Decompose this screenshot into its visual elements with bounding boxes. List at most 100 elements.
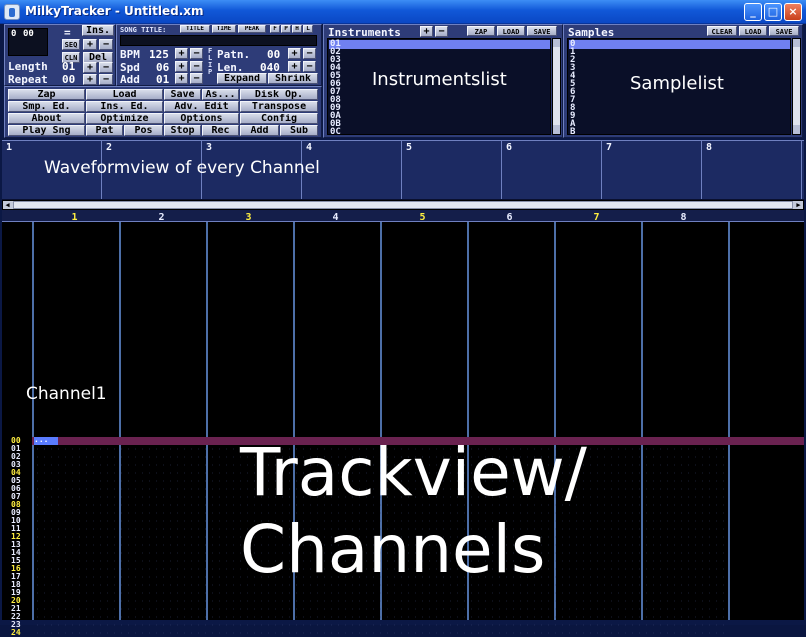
instrument-scrollbar[interactable] [552, 38, 561, 135]
edit-cursor[interactable]: ... [34, 436, 58, 445]
sample-scrollbar[interactable] [792, 38, 801, 135]
channel1-overlay-label: Channel1 [26, 384, 107, 404]
time-tab[interactable]: TIME [212, 25, 236, 33]
channel-header-number[interactable]: 8 [681, 212, 687, 223]
zap-button[interactable]: Zap [8, 89, 85, 100]
transpose-button[interactable]: Transpose [240, 101, 318, 112]
scope-channel-number: 5 [406, 142, 413, 153]
instrument-load-button[interactable]: LOAD [497, 26, 525, 36]
add-button[interactable]: Add [240, 125, 279, 136]
sample-number[interactable]: B [570, 128, 575, 137]
optimize-button[interactable]: Optimize [86, 113, 163, 124]
channel-header-number[interactable]: 6 [507, 212, 513, 223]
speed-plus-button[interactable]: + [175, 61, 188, 72]
sample-save-button[interactable]: SAVE [769, 26, 799, 36]
bpm-label: BPM [120, 48, 140, 61]
scopes-panel: 1 2 3 4 5 6 7 8 Waveformview of every Channel [2, 140, 804, 200]
options-button[interactable]: Options [164, 113, 239, 124]
pos-minus-button[interactable]: − [99, 39, 113, 50]
peak-tab[interactable]: PEAK [238, 25, 266, 33]
sample-load-button[interactable]: LOAD [739, 26, 767, 36]
flag-p-button[interactable]: P [281, 25, 291, 33]
pattern-dots [34, 632, 727, 634]
pattern-minus-button[interactable]: − [303, 48, 316, 59]
instrument-plus-button[interactable]: + [420, 26, 433, 37]
load-button[interactable]: Load [86, 89, 163, 100]
shrink-button[interactable]: Shrink [268, 73, 318, 84]
channel-header-number[interactable]: 3 [246, 212, 252, 223]
channel-header-number[interactable]: 1 [72, 212, 78, 223]
pattern-plus-button[interactable]: + [288, 48, 301, 59]
bpm-value: 125 [149, 48, 169, 61]
order-list[interactable]: 0 00 [8, 28, 48, 56]
bpm-plus-button[interactable]: + [175, 48, 188, 59]
record-button[interactable]: Rec [202, 125, 239, 136]
pattern-length-minus-button[interactable]: − [303, 61, 316, 72]
flag-h-button[interactable]: H [292, 25, 302, 33]
pattern-horizontal-scrollbar[interactable]: ◀ ▶ [2, 200, 804, 210]
title-tab[interactable]: TITLE [180, 25, 210, 33]
expand-button[interactable]: Expand [217, 73, 267, 84]
sample-clear-button[interactable]: CLEAR [707, 26, 737, 36]
channel-header-number[interactable]: 4 [333, 212, 339, 223]
length-minus-button[interactable]: − [99, 62, 113, 73]
pattern-length-plus-button[interactable]: + [288, 61, 301, 72]
maximize-button[interactable]: □ [764, 3, 782, 21]
length-plus-button[interactable]: + [83, 62, 97, 73]
play-position-button[interactable]: Pos [124, 125, 163, 136]
instrument-editor-button[interactable]: Ins. Ed. [86, 101, 163, 112]
flag-l-button[interactable]: L [303, 25, 313, 33]
disk-op-button[interactable]: Disk Op. [240, 89, 318, 100]
repeat-label: Repeat [8, 73, 48, 86]
scope-channel[interactable]: 8 [702, 141, 802, 199]
scope-channel[interactable]: 7 [602, 141, 702, 199]
window-title: MilkyTracker - Untitled.xm [25, 4, 204, 18]
advanced-edit-button[interactable]: Adv. Edit [164, 101, 239, 112]
instrument-number[interactable]: 0C [330, 128, 341, 137]
instrument-minus-button[interactable]: − [435, 26, 448, 37]
play-song-button[interactable]: Play Sng [8, 125, 85, 136]
ins-button[interactable]: Ins. [82, 25, 114, 36]
play-pattern-button[interactable]: Pat [86, 125, 123, 136]
song-title-field[interactable] [120, 35, 317, 46]
add-value: 01 [156, 73, 170, 86]
trackview-overlay-label: Trackview/ [240, 434, 587, 511]
scope-channel[interactable]: 5 [402, 141, 502, 199]
channel-header-number[interactable]: 7 [594, 212, 600, 223]
speed-minus-button[interactable]: − [190, 61, 203, 72]
save-button[interactable]: Save [164, 89, 201, 100]
channel-header-number[interactable]: 2 [159, 212, 165, 223]
config-button[interactable]: Config [240, 113, 318, 124]
channel-header-number[interactable]: 5 [420, 212, 426, 223]
scroll-left-icon[interactable]: ◀ [3, 201, 12, 209]
sample-editor-button[interactable]: Smp. Ed. [8, 101, 85, 112]
sub-button[interactable]: Sub [280, 125, 318, 136]
repeat-minus-button[interactable]: − [99, 74, 113, 85]
scope-channel[interactable]: 6 [502, 141, 602, 199]
seq-button[interactable]: SEQ [62, 39, 80, 50]
pos-plus-button[interactable]: + [83, 39, 97, 50]
scopes-overlay-label: Waveformview of every Channel [44, 158, 320, 178]
app-icon [4, 4, 20, 20]
stop-button[interactable]: Stop [164, 125, 201, 136]
instrument-save-button[interactable]: SAVE [527, 26, 557, 36]
pattern-editor[interactable]: 12345678 Channel1 ... 00 01 02 03 04 05 06 07 08 0… [2, 210, 804, 637]
close-button[interactable]: × [784, 3, 802, 21]
row-number[interactable]: 24 [11, 629, 21, 637]
pattern-dots [34, 600, 727, 602]
pattern-dots [34, 592, 727, 594]
add-minus-button[interactable]: − [190, 73, 203, 84]
row-number[interactable]: 23 [11, 621, 21, 629]
bpm-minus-button[interactable]: − [190, 48, 203, 59]
minimize-button[interactable]: _ [744, 3, 762, 21]
save-as-button[interactable]: As... [202, 89, 239, 100]
main-menu-panel: Zap Load Save As... Disk Op. Smp. Ed. In… [4, 86, 322, 138]
add-plus-button[interactable]: + [175, 73, 188, 84]
instrument-zap-button[interactable]: ZAP [467, 26, 495, 36]
title-bar[interactable]: MilkyTracker - Untitled.xm _ □ × [0, 0, 806, 24]
flag-f-button[interactable]: F [270, 25, 280, 33]
about-button[interactable]: About [8, 113, 85, 124]
add-label: Add [120, 73, 140, 86]
repeat-plus-button[interactable]: + [83, 74, 97, 85]
scroll-right-icon[interactable]: ▶ [794, 201, 803, 209]
